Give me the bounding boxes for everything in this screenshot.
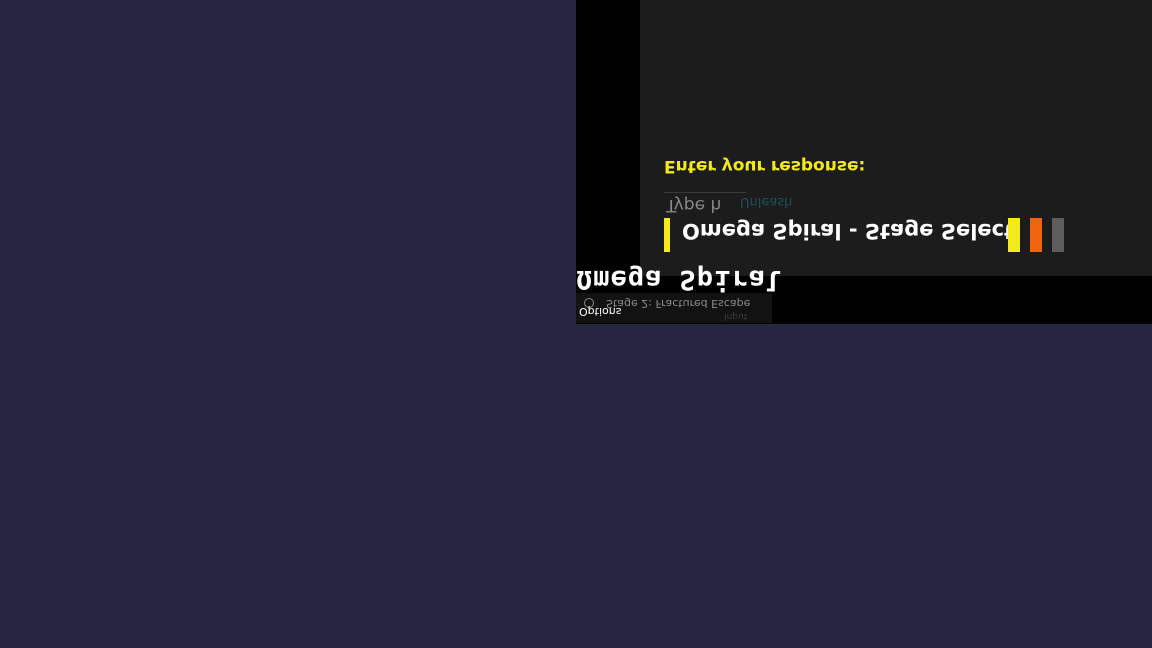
game-logo: Ωmega Spiral: [576, 264, 784, 295]
response-input-wrapper: [664, 192, 748, 219]
stage-select-title: Omega Spiral - Stage Select: [682, 219, 1015, 243]
title-accent-bar: [664, 218, 670, 252]
dialog-panel: Enter your response: Unleash Omega Spira…: [640, 0, 1152, 276]
yellow-color-swatch[interactable]: [1008, 218, 1020, 252]
orange-color-swatch[interactable]: [1030, 218, 1042, 252]
options-button[interactable]: Options: [579, 305, 621, 318]
stage-menu: Stage 2: Fractured Escape Options Input: [576, 293, 772, 323]
footer-label: Input: [724, 311, 748, 321]
gray-color-swatch[interactable]: [1052, 218, 1064, 252]
stage-select-title-row: Omega Spiral - Stage Select: [664, 218, 1064, 252]
response-prompt: Enter your response:: [664, 156, 866, 176]
stage-item[interactable]: Stage 2: Fractured Escape: [606, 297, 750, 310]
submit-button[interactable]: Unleash: [740, 194, 792, 209]
game-viewport: Enter your response: Unleash Omega Spira…: [576, 0, 1152, 324]
response-input[interactable]: [664, 193, 748, 217]
